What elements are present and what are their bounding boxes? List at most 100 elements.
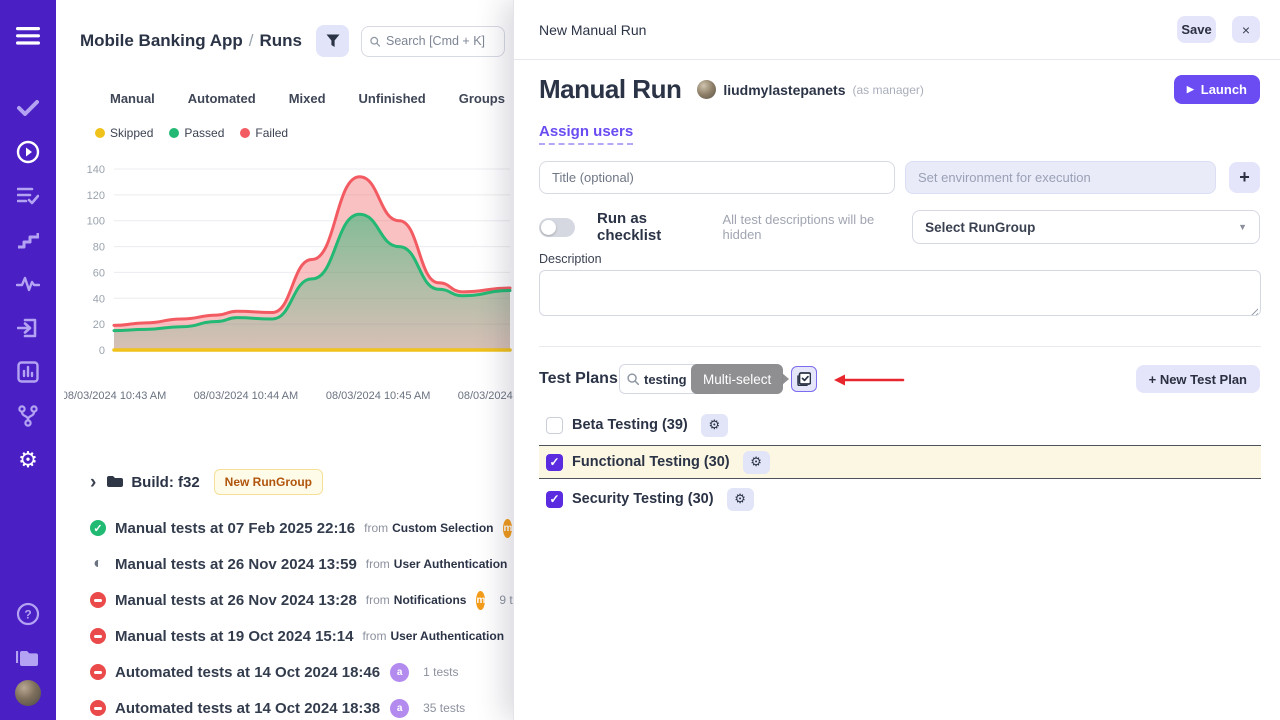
run-row[interactable]: Manual tests at 19 Oct 2024 15:14 from Use… xyxy=(56,618,513,654)
run-from-label: from xyxy=(366,557,390,571)
test-plan-row[interactable]: ✓ Functional Testing (30) ⚙ xyxy=(539,445,1261,479)
description-textarea[interactable] xyxy=(539,270,1261,316)
check-icon[interactable] xyxy=(0,86,56,130)
new-test-plan-button[interactable]: + New Test Plan xyxy=(1136,365,1260,393)
x-axis-label: 08/03/2024 10:44 AM xyxy=(194,390,299,402)
run-type-badge: a xyxy=(390,699,409,718)
steps-icon[interactable] xyxy=(0,218,56,262)
app-sidebar: ⚙ ? xyxy=(0,0,56,720)
legend-item-failed[interactable]: Failed xyxy=(240,126,288,140)
runs-panel: Mobile Banking App/Runs × ManualAutomate… xyxy=(56,0,513,720)
run-title-input[interactable] xyxy=(539,161,895,194)
sign-in-icon[interactable] xyxy=(0,306,56,350)
checklist-icon[interactable] xyxy=(0,174,56,218)
plan-settings-gear-icon[interactable]: ⚙ xyxy=(743,451,770,474)
gear-icon[interactable]: ⚙ xyxy=(0,438,56,482)
owner-name[interactable]: liudmylastepanets xyxy=(723,82,845,98)
run-row[interactable]: ◐Manual tests at 26 Nov 2024 13:59fromUs… xyxy=(56,546,513,582)
run-source[interactable]: Notifications xyxy=(394,593,467,607)
run-row[interactable]: Automated tests at 14 Oct 2024 18:38 a 35 … xyxy=(56,690,513,720)
owner-avatar xyxy=(697,80,716,99)
plan-settings-gear-icon[interactable]: ⚙ xyxy=(727,488,754,511)
save-button[interactable]: Save xyxy=(1177,16,1216,43)
legend-item-skipped[interactable]: Skipped xyxy=(95,126,153,140)
plan-settings-gear-icon[interactable]: ⚙ xyxy=(701,414,728,437)
legend-dot xyxy=(95,128,105,138)
run-title[interactable]: Manual tests at 26 Nov 2024 13:28 xyxy=(115,592,357,609)
run-title[interactable]: Automated tests at 14 Oct 2024 18:38 xyxy=(115,700,380,717)
filter-button[interactable] xyxy=(316,25,349,57)
tab-mixed[interactable]: Mixed xyxy=(289,91,326,106)
run-title[interactable]: Manual tests at 19 Oct 2024 15:14 xyxy=(115,628,353,645)
environment-input[interactable] xyxy=(905,161,1216,194)
pulse-icon[interactable] xyxy=(0,262,56,306)
breadcrumb-project[interactable]: Mobile Banking App xyxy=(80,31,243,50)
run-source[interactable]: Custom Selection xyxy=(392,521,493,535)
user-avatar[interactable] xyxy=(15,680,41,706)
run-play-icon[interactable] xyxy=(0,130,56,174)
run-title[interactable]: Automated tests at 14 Oct 2024 18:46 xyxy=(115,664,380,681)
run-row[interactable]: Manual tests at 07 Feb 2025 22:16fromCus… xyxy=(56,510,513,546)
search-icon xyxy=(627,373,639,385)
folder-icon xyxy=(106,475,123,489)
run-type-badge: m xyxy=(476,591,485,610)
status-passed-icon xyxy=(90,520,106,536)
tab-manual[interactable]: Manual xyxy=(110,91,155,106)
status-failed-icon xyxy=(90,700,106,716)
global-search[interactable] xyxy=(361,26,505,57)
multi-select-button[interactable] xyxy=(791,366,817,392)
run-tests-count: 9 tests xyxy=(499,593,513,607)
plan-name[interactable]: Security Testing (30) xyxy=(572,491,714,507)
legend-dot xyxy=(169,128,179,138)
legend-dot xyxy=(240,128,250,138)
chevron-right-icon[interactable]: › xyxy=(90,473,96,492)
checkbox-icon xyxy=(797,372,811,386)
chevron-down-icon: ▼ xyxy=(1238,222,1247,232)
test-plan-row[interactable]: ✓ Security Testing (30) ⚙ xyxy=(539,482,1261,516)
plan-name[interactable]: Functional Testing (30) xyxy=(572,454,730,470)
analytics-icon[interactable] xyxy=(0,350,56,394)
menu-icon[interactable] xyxy=(0,14,56,58)
tab-automated[interactable]: Automated xyxy=(188,91,256,106)
assign-users-link[interactable]: Assign users xyxy=(539,123,633,145)
run-title[interactable]: Manual tests at 07 Feb 2025 22:16 xyxy=(115,520,355,537)
legend-item-passed[interactable]: Passed xyxy=(169,126,224,140)
svg-text:120: 120 xyxy=(87,190,105,202)
checklist-label: Run as checklist xyxy=(597,210,712,244)
annotation-arrow-icon xyxy=(831,372,905,388)
branch-icon[interactable] xyxy=(0,394,56,438)
close-icon[interactable]: × xyxy=(1232,16,1260,43)
plan-checkbox[interactable] xyxy=(546,417,563,434)
run-source[interactable]: User Authentication xyxy=(394,557,508,571)
tab-unfinished[interactable]: Unfinished xyxy=(359,91,426,106)
plan-checkbox[interactable]: ✓ xyxy=(546,491,563,508)
page-title: Manual Run xyxy=(539,74,681,105)
run-row[interactable]: Automated tests at 14 Oct 2024 18:46a1 t… xyxy=(56,654,513,690)
test-plan-row[interactable]: Beta Testing (39) ⚙ xyxy=(539,408,1261,442)
add-environment-button[interactable]: + xyxy=(1229,162,1260,193)
run-title[interactable]: Manual tests at 26 Nov 2024 13:59 xyxy=(115,556,357,573)
run-type-tabs: ManualAutomatedMixedUnfinishedGroups T xyxy=(56,84,513,112)
run-tests-count: 35 tests xyxy=(423,701,465,715)
launch-button[interactable]: ▶ Launch xyxy=(1174,75,1260,104)
funnel-icon xyxy=(326,34,340,48)
run-source[interactable]: User Authentication xyxy=(390,629,504,643)
multi-select-tooltip: Multi-select xyxy=(691,364,783,394)
run-as-checklist-toggle[interactable] xyxy=(539,218,575,237)
tab-groups[interactable]: Groups xyxy=(459,91,505,106)
rungroup-row[interactable]: ›Build: f32New RunGroup xyxy=(56,462,513,502)
rungroup-title: Build: f32 xyxy=(131,474,199,491)
rungroup-select[interactable]: Select RunGroup ▼ xyxy=(912,210,1260,244)
x-axis-label: 08/03/2024 10:45 AM xyxy=(326,390,431,402)
run-from-label: from xyxy=(362,629,386,643)
run-type-badge: m xyxy=(503,519,512,538)
svg-text:40: 40 xyxy=(93,293,105,305)
svg-text:100: 100 xyxy=(87,216,105,228)
run-row[interactable]: Manual tests at 26 Nov 2024 13:28fromNot… xyxy=(56,582,513,618)
help-icon[interactable]: ? xyxy=(0,592,56,636)
plan-checkbox[interactable]: ✓ xyxy=(546,454,563,471)
test-plans-heading: Test Plans xyxy=(539,370,618,388)
projects-folder-icon[interactable] xyxy=(0,636,56,680)
plan-name[interactable]: Beta Testing (39) xyxy=(572,417,688,433)
search-input[interactable] xyxy=(386,34,496,48)
